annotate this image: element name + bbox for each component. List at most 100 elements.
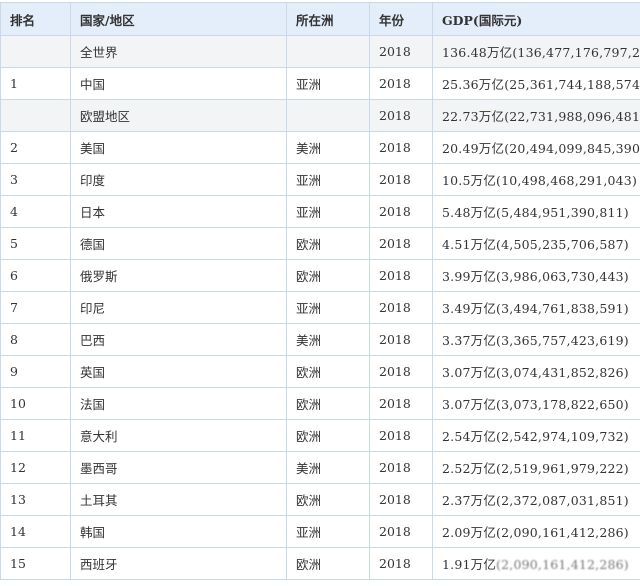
rank-cell: 6 <box>1 260 71 292</box>
year-cell: 2018 <box>370 548 433 580</box>
continent-cell: 欧洲 <box>287 260 370 292</box>
continent-cell: 亚洲 <box>287 516 370 548</box>
country-cell: 欧盟地区 <box>71 100 287 132</box>
rank-cell: 3 <box>1 164 71 196</box>
rank-cell: 4 <box>1 196 71 228</box>
gdp-short: 2.52万亿 <box>442 461 496 476</box>
gdp-cell: 4.51万亿(4,505,235,706,587) <box>433 228 640 260</box>
year-cell: 2018 <box>370 484 433 516</box>
gdp-full: (5,484,951,390,811) <box>496 205 629 220</box>
country-cell: 意大利 <box>71 420 287 452</box>
table-row: 6 俄罗斯 欧洲 2018 3.99万亿(3,986,063,730,443) <box>1 260 640 292</box>
gdp-short: 2.09万亿 <box>442 525 496 540</box>
continent-cell: 美洲 <box>287 452 370 484</box>
year-cell: 2018 <box>370 420 433 452</box>
gdp-cell: 136.48万亿(136,477,176,797,269) <box>433 36 640 68</box>
gdp-short: 20.49万亿 <box>442 141 504 156</box>
gdp-full: (20,494,099,845,390) <box>504 141 640 156</box>
country-cell: 德国 <box>71 228 287 260</box>
continent-cell: 亚洲 <box>287 164 370 196</box>
gdp-short: 3.37万亿 <box>442 333 496 348</box>
continent-header: 所在洲 <box>287 3 370 36</box>
table-row: 2 美国 美洲 2018 20.49万亿(20,494,099,845,390) <box>1 132 640 164</box>
table-row: 3 印度 亚洲 2018 10.5万亿(10,498,468,291,043) <box>1 164 640 196</box>
gdp-short: 5.48万亿 <box>442 205 496 220</box>
year-cell: 2018 <box>370 132 433 164</box>
rank-cell: 12 <box>1 452 71 484</box>
gdp-cell: 22.73万亿(22,731,988,096,481) <box>433 100 640 132</box>
table-row: 欧盟地区 2018 22.73万亿(22,731,988,096,481) <box>1 100 640 132</box>
year-header: 年份 <box>370 3 433 36</box>
country-cell: 巴西 <box>71 324 287 356</box>
rank-cell: 7 <box>1 292 71 324</box>
rank-cell: 9 <box>1 356 71 388</box>
continent-cell: 欧洲 <box>287 484 370 516</box>
year-cell: 2018 <box>370 260 433 292</box>
continent-cell: 美洲 <box>287 132 370 164</box>
table-row: 1 中国 亚洲 2018 25.36万亿(25,361,744,188,574) <box>1 68 640 100</box>
year-cell: 2018 <box>370 36 433 68</box>
country-cell: 墨西哥 <box>71 452 287 484</box>
country-cell: 全世界 <box>71 36 287 68</box>
continent-cell: 亚洲 <box>287 68 370 100</box>
country-cell: 日本 <box>71 196 287 228</box>
gdp-short: 2.37万亿 <box>442 493 496 508</box>
country-cell: 韩国 <box>71 516 287 548</box>
gdp-cell: 2.37万亿(2,372,087,031,851) <box>433 484 640 516</box>
year-cell: 2018 <box>370 68 433 100</box>
year-cell: 2018 <box>370 292 433 324</box>
rank-header: 排名 <box>1 3 71 36</box>
country-cell: 西班牙 <box>71 548 287 580</box>
rank-cell: 5 <box>1 228 71 260</box>
table-body: 全世界 2018 136.48万亿(136,477,176,797,269) 1… <box>1 36 640 580</box>
year-cell: 2018 <box>370 516 433 548</box>
country-cell: 法国 <box>71 388 287 420</box>
gdp-full: (25,361,744,188,574) <box>504 77 640 92</box>
gdp-full: (2,090,161,412,286) <box>496 557 629 572</box>
gdp-cell: 3.49万亿(3,494,761,838,591) <box>433 292 640 324</box>
continent-cell: 欧洲 <box>287 548 370 580</box>
gdp-full: (22,731,988,096,481) <box>504 109 640 124</box>
country-cell: 印度 <box>71 164 287 196</box>
year-cell: 2018 <box>370 356 433 388</box>
country-cell: 英国 <box>71 356 287 388</box>
table-row: 5 德国 欧洲 2018 4.51万亿(4,505,235,706,587) <box>1 228 640 260</box>
table-row: 4 日本 亚洲 2018 5.48万亿(5,484,951,390,811) <box>1 196 640 228</box>
rank-cell: 11 <box>1 420 71 452</box>
gdp-full: (3,073,178,822,650) <box>496 397 629 412</box>
gdp-ranking-table: 排名 国家/地区 所在洲 年份 GDP(国际元) 全世界 2018 136.48… <box>0 2 640 580</box>
gdp-short: 2.54万亿 <box>442 429 496 444</box>
gdp-header: GDP(国际元) <box>433 3 640 36</box>
rank-cell <box>1 36 71 68</box>
gdp-short: 1.91万亿 <box>442 557 496 572</box>
gdp-cell: 1.91万亿(2,090,161,412,286) <box>433 548 640 580</box>
table-row: 11 意大利 欧洲 2018 2.54万亿(2,542,974,109,732) <box>1 420 640 452</box>
gdp-cell: 3.37万亿(3,365,757,423,619) <box>433 324 640 356</box>
gdp-full: (4,505,235,706,587) <box>496 237 629 252</box>
gdp-short: 136.48万亿 <box>442 45 512 60</box>
gdp-full: (3,986,063,730,443) <box>496 269 629 284</box>
table-row: 12 墨西哥 美洲 2018 2.52万亿(2,519,961,979,222) <box>1 452 640 484</box>
gdp-cell: 3.99万亿(3,986,063,730,443) <box>433 260 640 292</box>
continent-cell <box>287 100 370 132</box>
gdp-short: 4.51万亿 <box>442 237 496 252</box>
table-row: 7 印尼 亚洲 2018 3.49万亿(3,494,761,838,591) <box>1 292 640 324</box>
rank-cell: 13 <box>1 484 71 516</box>
continent-cell: 亚洲 <box>287 196 370 228</box>
continent-cell: 美洲 <box>287 324 370 356</box>
gdp-short: 10.5万亿 <box>442 173 496 188</box>
continent-cell: 欧洲 <box>287 420 370 452</box>
gdp-cell: 10.5万亿(10,498,468,291,043) <box>433 164 640 196</box>
year-cell: 2018 <box>370 324 433 356</box>
gdp-short: 3.07万亿 <box>442 397 496 412</box>
rank-cell: 1 <box>1 68 71 100</box>
year-cell: 2018 <box>370 388 433 420</box>
country-cell: 土耳其 <box>71 484 287 516</box>
continent-cell: 欧洲 <box>287 388 370 420</box>
gdp-short: 22.73万亿 <box>442 109 504 124</box>
gdp-full: (2,090,161,412,286) <box>496 525 629 540</box>
country-cell: 俄罗斯 <box>71 260 287 292</box>
table-row: 8 巴西 美洲 2018 3.37万亿(3,365,757,423,619) <box>1 324 640 356</box>
gdp-short: 3.07万亿 <box>442 365 496 380</box>
continent-cell: 亚洲 <box>287 292 370 324</box>
